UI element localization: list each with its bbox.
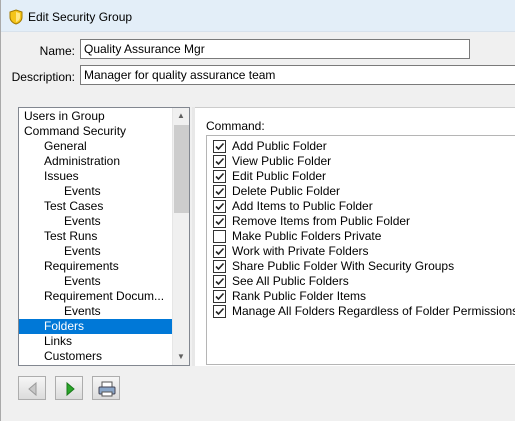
tree-item[interactable]: Test Runs: [44, 229, 97, 244]
tree-item[interactable]: Users in Group: [24, 109, 105, 124]
description-field[interactable]: [80, 65, 515, 85]
previous-icon: [28, 381, 37, 397]
title-bar[interactable]: Edit Security Group: [1, 0, 515, 32]
command-checkbox[interactable]: [213, 215, 226, 228]
command-checkbox[interactable]: [213, 260, 226, 273]
scroll-thumb[interactable]: [174, 125, 189, 213]
command-label-text: View Public Folder: [232, 154, 332, 168]
tree-item[interactable]: Administration: [44, 154, 120, 169]
print-icon: [98, 381, 116, 397]
command-label-text: Work with Private Folders: [232, 244, 369, 258]
command-checkbox[interactable]: [213, 230, 226, 243]
scroll-up-icon[interactable]: ▲: [177, 111, 185, 121]
command-label-text: Edit Public Folder: [232, 169, 327, 183]
tree-item[interactable]: Events: [64, 244, 101, 259]
checkmark-icon: [215, 217, 225, 226]
tree-item[interactable]: Test Cases: [44, 199, 103, 214]
print-button[interactable]: [92, 376, 120, 400]
command-label-text: Add Items to Public Folder: [232, 199, 373, 213]
command-checkbox[interactable]: [213, 185, 226, 198]
tree-scrollbar[interactable]: ▲ ▼: [172, 108, 189, 365]
name-label: Name:: [39, 44, 75, 58]
checkmark-icon: [215, 292, 225, 301]
tree-item[interactable]: Events: [64, 214, 101, 229]
command-checkbox[interactable]: [213, 200, 226, 213]
security-tree[interactable]: Users in Group Command Security General Adm…: [18, 107, 190, 366]
checkmark-icon: [215, 262, 225, 271]
description-label: Description:: [11, 70, 75, 84]
tree-item[interactable]: Customers: [44, 349, 102, 364]
tree-item[interactable]: General: [44, 139, 87, 154]
command-checkbox[interactable]: [213, 245, 226, 258]
command-label-text: Delete Public Folder: [232, 184, 341, 198]
checkmark-icon: [215, 277, 225, 286]
command-checkbox[interactable]: [213, 140, 226, 153]
command-checkbox[interactable]: [213, 305, 226, 318]
checkmark-icon: [215, 187, 225, 196]
tree-item[interactable]: Events: [64, 184, 101, 199]
next-button[interactable]: [55, 376, 83, 400]
command-label-text: Share Public Folder With Security Groups: [232, 259, 455, 273]
checkmark-icon: [215, 172, 225, 181]
name-field[interactable]: [80, 39, 470, 59]
command-checkbox[interactable]: [213, 155, 226, 168]
tree-item[interactable]: Requirements: [44, 259, 119, 274]
command-checkbox[interactable]: [213, 290, 226, 303]
scroll-down-icon[interactable]: ▼: [177, 352, 185, 362]
command-label-text: Manage All Folders Regardless of Folder …: [232, 304, 515, 318]
tree-item[interactable]: Command Security: [24, 124, 126, 139]
previous-button[interactable]: [18, 376, 46, 400]
checkmark-icon: [215, 142, 225, 151]
command-label-text: Remove Items from Public Folder: [232, 214, 411, 228]
tree-item[interactable]: Events: [64, 274, 101, 289]
checkmark-icon: [215, 247, 225, 256]
tree-item[interactable]: Links: [44, 334, 72, 349]
checkmark-icon: [215, 307, 225, 316]
command-label: Command:: [206, 119, 265, 133]
shield-icon: [9, 9, 23, 25]
edit-security-group-window: Edit Security Group Name: Description: U…: [0, 0, 515, 421]
command-label-text: Add Public Folder: [232, 139, 327, 153]
next-icon: [66, 381, 75, 397]
command-label-text: Rank Public Folder Items: [232, 289, 367, 303]
command-checkbox[interactable]: [213, 170, 226, 183]
window-title: Edit Security Group: [28, 10, 133, 24]
tree-item[interactable]: Issues: [44, 169, 79, 184]
checkmark-icon: [215, 157, 225, 166]
command-checkbox[interactable]: [213, 275, 226, 288]
tree-item[interactable]: Requirement Docum...: [44, 289, 164, 304]
checkmark-icon: [215, 202, 225, 211]
command-label-text: Make Public Folders Private: [232, 229, 382, 243]
tree-item[interactable]: Folders: [19, 319, 172, 334]
command-panel: Command: Add Public Folder View Public Fo…: [195, 107, 515, 366]
command-list: Add Public Folder View Public Folder Edit …: [206, 135, 515, 365]
tree-item[interactable]: Events: [64, 304, 101, 319]
command-label-text: See All Public Folders: [232, 274, 349, 288]
